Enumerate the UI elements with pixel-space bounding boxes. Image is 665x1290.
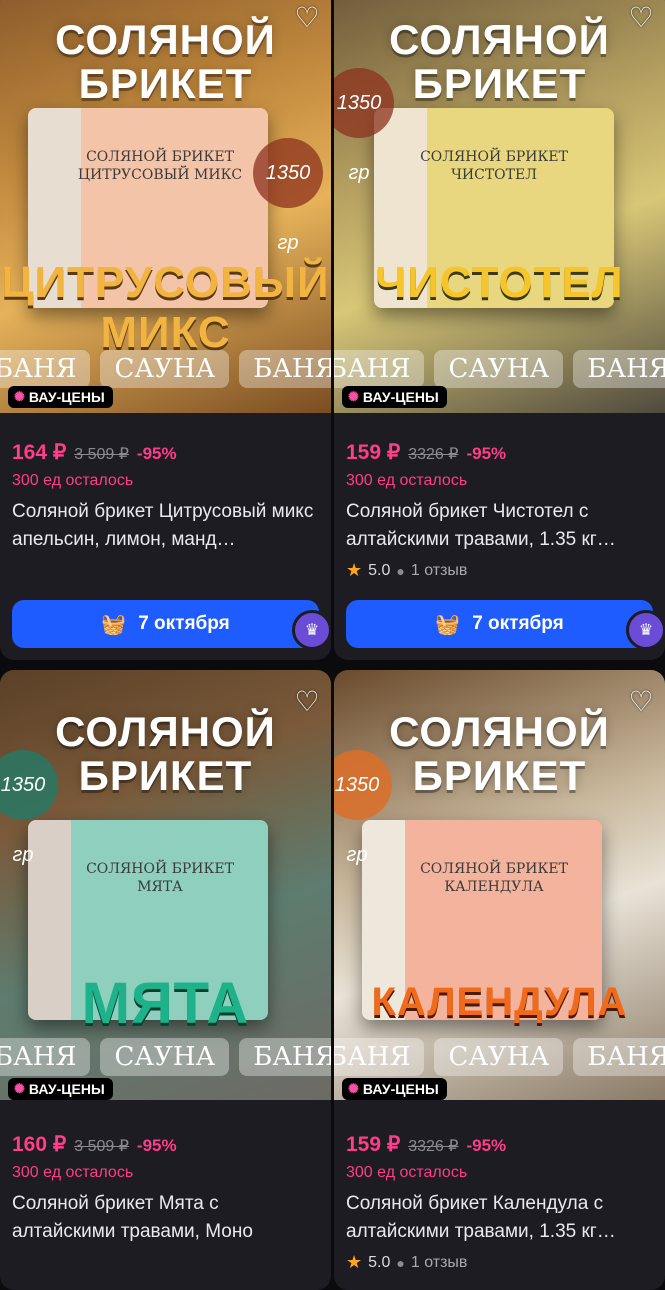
price-row: 159 ₽ 3326 ₽ -95% bbox=[346, 440, 653, 468]
image-tag: БАНЯ bbox=[0, 350, 91, 388]
old-price: 3326 ₽ bbox=[408, 446, 459, 463]
current-price: 159 ₽ bbox=[346, 1133, 401, 1156]
product-title[interactable]: Соляной брикет Мята с алтайскими травами… bbox=[12, 1190, 319, 1246]
product-info: 159 ₽ 3326 ₽ -95% 300 ед осталось Соляно… bbox=[346, 440, 653, 581]
star-icon: ★ bbox=[346, 560, 363, 580]
review-count[interactable]: 1 отзыв bbox=[411, 1254, 468, 1272]
heart-icon[interactable]: ♡ bbox=[291, 686, 323, 718]
star-icon: ★ bbox=[346, 1252, 363, 1272]
image-tags: БАНЯ САУНА БАНЯ bbox=[0, 1038, 331, 1076]
image-tag: САУНА bbox=[434, 350, 564, 388]
image-product-name: ЦИТРУСОВЫЙ МИКС bbox=[1, 258, 330, 357]
stock-left: 300 ед осталось bbox=[346, 472, 468, 489]
product-card[interactable]: СОЛЯНОЙ БРИКЕТ СОЛЯНОЙ БРИКЕТ ЧИСТОТЕЛ 1… bbox=[334, 0, 665, 660]
product-image[interactable]: СОЛЯНОЙ БРИКЕТ СОЛЯНОЙ БРИКЕТ ЦИТРУСОВЫЙ… bbox=[0, 0, 331, 413]
image-tag: БАНЯ bbox=[0, 1038, 91, 1076]
image-tag: САУНА bbox=[100, 350, 230, 388]
current-price: 160 ₽ bbox=[12, 1133, 67, 1156]
discount: -95% bbox=[136, 444, 177, 463]
product-title[interactable]: Соляной брикет Цитрусовый микс апельсин,… bbox=[12, 498, 319, 554]
image-tag: БАНЯ bbox=[334, 1038, 425, 1076]
image-tag: БАНЯ bbox=[573, 350, 665, 388]
wow-price-badge: ✺ ВАУ-ЦЕНЫ bbox=[342, 1078, 447, 1100]
discount: -95% bbox=[136, 1136, 177, 1155]
image-tags: БАНЯ САУНА БАНЯ bbox=[334, 350, 665, 388]
image-tags: БАНЯ САУНА БАНЯ bbox=[334, 1038, 665, 1076]
badge-label: ВАУ-ЦЕНЫ bbox=[28, 1081, 105, 1097]
old-price: 3 509 ₽ bbox=[74, 446, 129, 463]
weight-badge: 1350 гр bbox=[253, 138, 323, 254]
image-product-name: КАЛЕНДУЛА bbox=[371, 980, 628, 1024]
brick-label: СОЛЯНОЙ БРИКЕТ ЦИТРУСОВЫЙ МИКС bbox=[77, 149, 243, 183]
comment-icon: ● bbox=[396, 562, 405, 579]
brick-label: СОЛЯНОЙ БРИКЕТ МЯТА bbox=[86, 861, 234, 895]
flash-icon: ✺ bbox=[14, 1081, 25, 1096]
badge-label: ВАУ-ЦЕНЫ bbox=[362, 389, 439, 405]
delivery-date: 7 октября bbox=[138, 613, 230, 634]
heart-icon[interactable]: ♡ bbox=[625, 686, 657, 718]
rating-value: 5.0 bbox=[368, 1253, 391, 1271]
price-row: 159 ₽ 3326 ₽ -95% bbox=[346, 1132, 653, 1160]
heart-icon[interactable]: ♡ bbox=[625, 2, 657, 34]
product-card[interactable]: СОЛЯНОЙ БРИКЕТ СОЛЯНОЙ БРИКЕТ МЯТА 1350 … bbox=[0, 670, 331, 1290]
product-title[interactable]: Соляной брикет Чистотел с алтайскими тра… bbox=[346, 498, 653, 554]
product-info: 159 ₽ 3326 ₽ -95% 300 ед осталось Соляно… bbox=[346, 1132, 653, 1273]
heart-icon[interactable]: ♡ bbox=[291, 2, 323, 34]
price-row: 160 ₽ 3 509 ₽ -95% bbox=[12, 1132, 319, 1160]
crown-icon: ♛ bbox=[626, 610, 665, 650]
discount: -95% bbox=[466, 444, 507, 463]
old-price: 3 509 ₽ bbox=[74, 1138, 129, 1155]
product-info: 160 ₽ 3 509 ₽ -95% 300 ед осталось Солян… bbox=[12, 1132, 319, 1246]
product-image[interactable]: СОЛЯНОЙ БРИКЕТ СОЛЯНОЙ БРИКЕТ ЧИСТОТЕЛ 1… bbox=[334, 0, 665, 413]
stock-left: 300 ед осталось bbox=[12, 1164, 134, 1181]
image-product-name: ЧИСТОТЕЛ bbox=[375, 258, 624, 307]
current-price: 164 ₽ bbox=[12, 441, 67, 464]
image-tags: БАНЯ САУНА БАНЯ bbox=[0, 350, 331, 388]
rating-row: ★ 5.0 ● 1 отзыв bbox=[346, 1252, 653, 1273]
rating-row: ★ 5.0 ● 1 отзыв bbox=[346, 560, 653, 581]
badge-label: ВАУ-ЦЕНЫ bbox=[28, 389, 105, 405]
wow-price-badge: ✺ ВАУ-ЦЕНЫ bbox=[342, 386, 447, 408]
product-title[interactable]: Соляной брикет Календула с алтайскими тр… bbox=[346, 1190, 653, 1246]
image-tag: БАНЯ bbox=[239, 350, 331, 388]
product-info: 164 ₽ 3 509 ₽ -95% 300 ед осталось Солян… bbox=[12, 440, 319, 554]
image-tag: САУНА bbox=[100, 1038, 230, 1076]
comment-icon: ● bbox=[396, 1254, 405, 1271]
flash-icon: ✺ bbox=[348, 389, 359, 404]
brick-label: СОЛЯНОЙ БРИКЕТ ЧИСТОТЕЛ bbox=[420, 149, 568, 183]
wow-price-badge: ✺ ВАУ-ЦЕНЫ bbox=[8, 1078, 113, 1100]
flash-icon: ✺ bbox=[14, 389, 25, 404]
basket-icon: 🧺 bbox=[435, 613, 461, 636]
image-product-name: МЯТА bbox=[81, 971, 250, 1036]
image-tag: САУНА bbox=[434, 1038, 564, 1076]
current-price: 159 ₽ bbox=[346, 441, 401, 464]
old-price: 3326 ₽ bbox=[408, 1138, 459, 1155]
image-tag: БАНЯ bbox=[573, 1038, 665, 1076]
add-to-cart-button[interactable]: 🧺 7 октября bbox=[346, 600, 653, 648]
image-tag: БАНЯ bbox=[239, 1038, 331, 1076]
stock-left: 300 ед осталось bbox=[12, 472, 134, 489]
product-image[interactable]: СОЛЯНОЙ БРИКЕТ СОЛЯНОЙ БРИКЕТ МЯТА 1350 … bbox=[0, 670, 331, 1100]
add-to-cart-button[interactable]: 🧺 7 октября bbox=[12, 600, 319, 648]
image-tag: БАНЯ bbox=[334, 350, 425, 388]
product-card[interactable]: СОЛЯНОЙ БРИКЕТ СОЛЯНОЙ БРИКЕТ ЦИТРУСОВЫЙ… bbox=[0, 0, 331, 660]
discount: -95% bbox=[466, 1136, 507, 1155]
crown-icon: ♛ bbox=[292, 610, 331, 650]
image-header: СОЛЯНОЙ БРИКЕТ bbox=[55, 16, 276, 107]
wow-price-badge: ✺ ВАУ-ЦЕНЫ bbox=[8, 386, 113, 408]
product-image[interactable]: СОЛЯНОЙ БРИКЕТ СОЛЯНОЙ БРИКЕТ КАЛЕНДУЛА … bbox=[334, 670, 665, 1100]
basket-icon: 🧺 bbox=[101, 613, 127, 636]
flash-icon: ✺ bbox=[348, 1081, 359, 1096]
price-row: 164 ₽ 3 509 ₽ -95% bbox=[12, 440, 319, 468]
delivery-date: 7 октября bbox=[472, 613, 564, 634]
badge-label: ВАУ-ЦЕНЫ bbox=[362, 1081, 439, 1097]
stock-left: 300 ед осталось bbox=[346, 1164, 468, 1181]
product-card[interactable]: СОЛЯНОЙ БРИКЕТ СОЛЯНОЙ БРИКЕТ КАЛЕНДУЛА … bbox=[334, 670, 665, 1290]
review-count[interactable]: 1 отзыв bbox=[411, 562, 468, 580]
brick-label: СОЛЯНОЙ БРИКЕТ КАЛЕНДУЛА bbox=[420, 861, 568, 895]
rating-value: 5.0 bbox=[368, 561, 391, 579]
